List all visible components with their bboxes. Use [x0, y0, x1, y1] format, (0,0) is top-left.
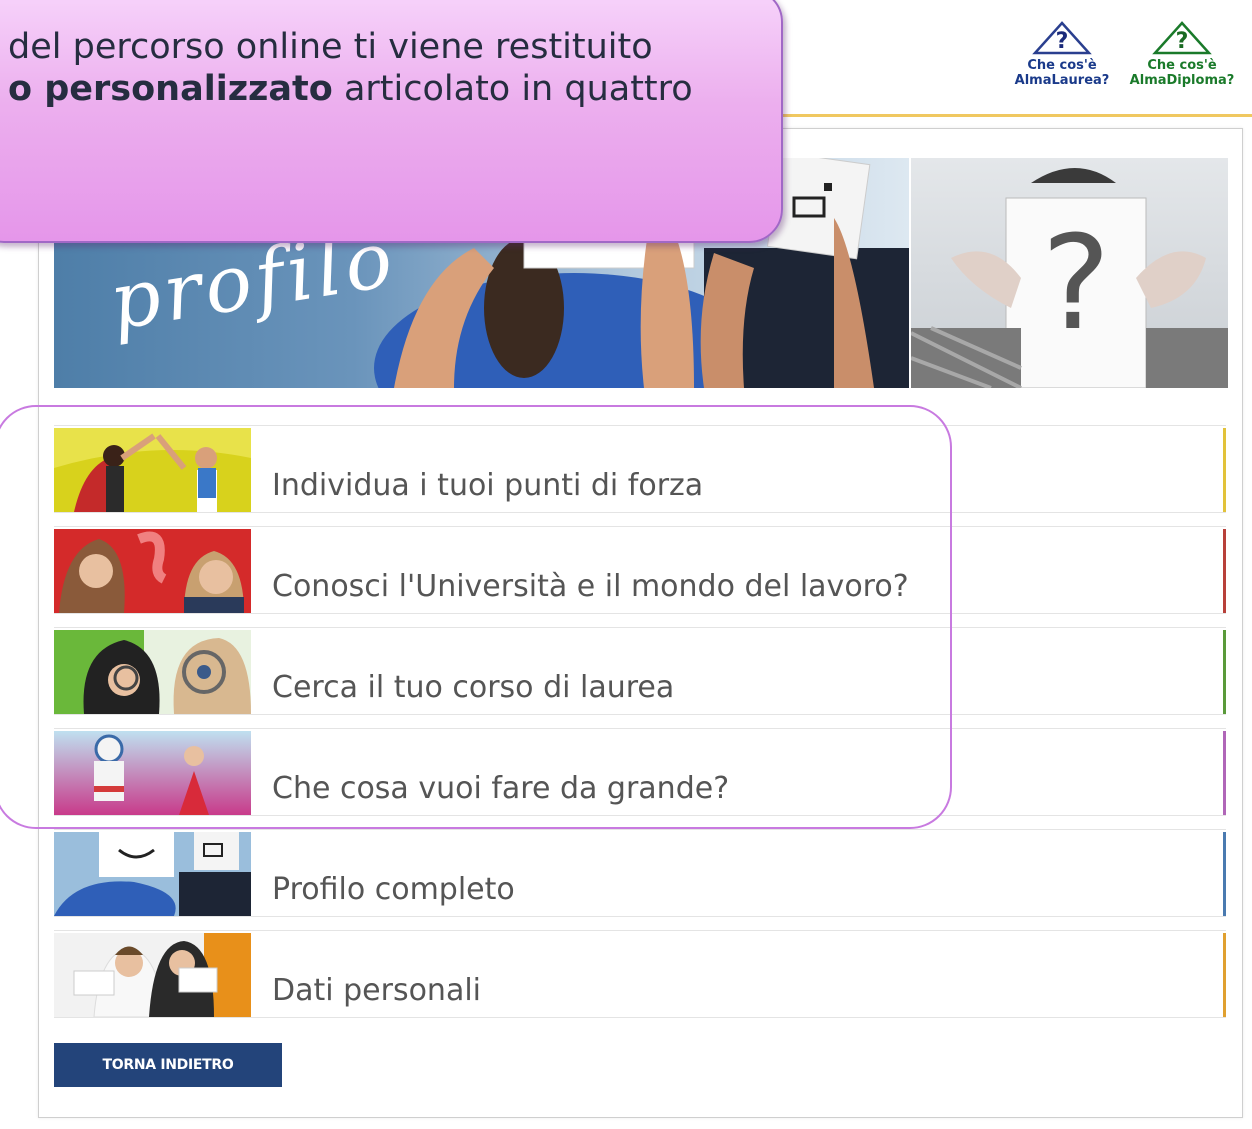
menu-item-label: Che cosa vuoi fare da grande? [272, 771, 730, 806]
menu-item-accent [1223, 731, 1226, 815]
help-almalaurea-link[interactable]: ? Che cos'è AlmaLaurea? [1004, 20, 1120, 88]
menu-item-accent [1223, 933, 1226, 1017]
callout-text: del percorso online ti viene restituito … [8, 26, 768, 110]
business-cards-thumbnail [54, 933, 251, 1017]
help-almalaurea-line2: AlmaLaurea? [1014, 73, 1110, 88]
callout-line-2: o personalizzato articolato in quattro [8, 68, 768, 110]
menu-item-accent [1223, 832, 1226, 916]
magnifying-glass-thumbnail [54, 630, 251, 714]
help-almadiploma-link[interactable]: ? Che cos'è AlmaDiploma? [1124, 20, 1240, 88]
menu-item-accent [1223, 428, 1226, 512]
menu-item-universita-lavoro[interactable]: Conosci l'Università e il mondo del lavo… [54, 526, 1226, 614]
menu-item-da-grande[interactable]: Che cosa vuoi fare da grande? [54, 728, 1226, 816]
superhero-thumbnail [54, 428, 251, 512]
menu-item-label: Conosci l'Università e il mondo del lavo… [272, 569, 909, 604]
profile-people-thumbnail [54, 832, 251, 916]
callout-rest-text: articolato in quattro [332, 69, 693, 109]
back-button[interactable]: TORNA INDIETRO [54, 1043, 282, 1087]
menu-item-corso-di-laurea[interactable]: Cerca il tuo corso di laurea [54, 627, 1226, 715]
question-triangle-icon: ? [1032, 21, 1092, 55]
menu-item-accent [1223, 529, 1226, 613]
question-triangle-icon: ? [1152, 21, 1212, 55]
menu-item-profilo-completo[interactable]: Profilo completo [54, 829, 1226, 917]
menu-item-label: Individua i tuoi punti di forza [272, 468, 704, 503]
menu-item-dati-personali[interactable]: Dati personali [54, 930, 1226, 1018]
menu-item-label: Dati personali [272, 973, 482, 1008]
svg-text:?: ? [1056, 29, 1069, 54]
kids-dreams-thumbnail [54, 731, 251, 815]
help-almalaurea-line1: Che cos'è [1027, 58, 1097, 73]
menu-item-label: Profilo completo [272, 872, 515, 907]
callout-box: del percorso online ti viene restituito … [0, 0, 783, 243]
svg-text:?: ? [1176, 29, 1189, 54]
menu-item-label: Cerca il tuo corso di laurea [272, 670, 675, 705]
svg-text:?: ? [1042, 207, 1111, 359]
thinking-people-thumbnail [54, 529, 251, 613]
menu-item-punti-di-forza[interactable]: Individua i tuoi punti di forza [54, 425, 1226, 513]
callout-line-1: del percorso online ti viene restituito [8, 27, 653, 67]
hero-right-image: ? [911, 158, 1228, 388]
menu-item-accent [1223, 630, 1226, 714]
callout-bold-text: o personalizzato [8, 69, 333, 109]
help-almadiploma-line2: AlmaDiploma? [1129, 73, 1235, 88]
help-almadiploma-line1: Che cos'è [1147, 58, 1217, 73]
